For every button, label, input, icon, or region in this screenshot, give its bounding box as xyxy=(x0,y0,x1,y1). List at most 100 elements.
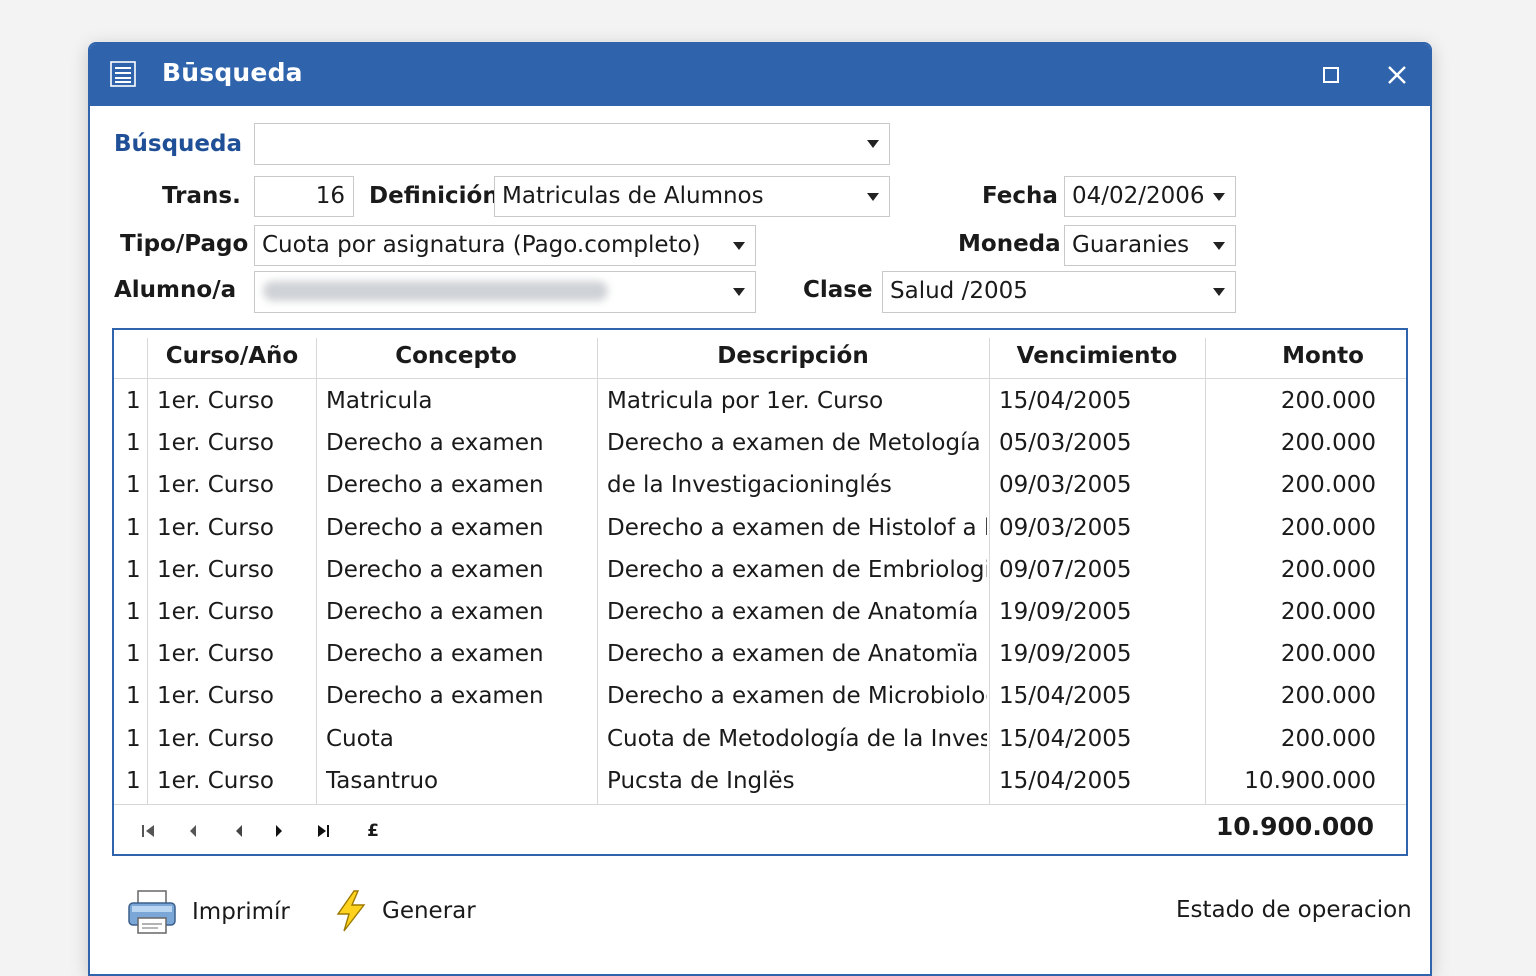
previous-page-button[interactable] xyxy=(182,818,204,844)
concepto-cell: Derecho a examen xyxy=(326,430,544,457)
monto-cell: 200.000 xyxy=(1280,472,1376,499)
fecha-value: 04/02/2006 xyxy=(1072,183,1205,209)
print-label: Imprimír xyxy=(192,899,290,925)
payments-grid[interactable]: Curso/Año Concepto Descripción Vencimien… xyxy=(112,328,1408,856)
row-index: 1 xyxy=(126,599,141,625)
alumno-dropdown[interactable] xyxy=(254,271,756,313)
col-header-curso[interactable]: Curso/Año xyxy=(148,330,316,378)
descripcion-cell: Derecho a examen de Metología xyxy=(607,430,981,457)
last-record-button[interactable] xyxy=(312,818,334,844)
nav-extra-button[interactable]: £ xyxy=(362,818,384,844)
close-button[interactable] xyxy=(1380,58,1414,92)
table-row[interactable]: 1 1er. Curso Cuota Cuota de Metodología de … xyxy=(114,718,1406,760)
generate-button[interactable]: Generar xyxy=(334,890,476,932)
row-index: 1 xyxy=(126,430,141,457)
tipopago-label: Tipo/Pago xyxy=(120,231,249,257)
trans-value: 16 xyxy=(315,183,345,209)
table-row[interactable]: 1 1er. Curso Derecho a examen Derecho a exa… xyxy=(114,591,1406,633)
table-row[interactable]: 1 1er. Curso Derecho a examen Derecho a exa… xyxy=(114,675,1406,717)
definicion-value: Matriculas de Alumnos xyxy=(502,183,764,209)
curso-cell: 1er. Curso xyxy=(157,725,274,752)
vencimiento-cell: 09/03/2005 xyxy=(999,514,1132,541)
print-button[interactable]: Imprimír xyxy=(126,888,290,936)
concepto-cell: Derecho a examen xyxy=(326,683,544,710)
curso-cell: 1er. Curso xyxy=(157,767,274,794)
curso-cell: 1er. Curso xyxy=(157,388,274,414)
window-title: Būsqueda xyxy=(162,58,303,87)
maximize-button[interactable] xyxy=(1314,58,1348,92)
table-row[interactable]: 1 1er. Curso Derecho a examen Derecho a exa… xyxy=(114,549,1406,591)
first-icon xyxy=(142,825,154,837)
concepto-cell: Derecho a examen xyxy=(326,472,544,499)
col-header-monto[interactable]: Monto xyxy=(1206,330,1430,378)
chevron-down-icon xyxy=(1213,288,1225,296)
table-row[interactable]: 1 1er. Curso Matricula Matricula por 1er. C… xyxy=(114,380,1406,422)
descripcion-cell: de la Investigacioninglés xyxy=(607,472,892,499)
monto-cell: 200.000 xyxy=(1280,556,1376,583)
curso-cell: 1er. Curso xyxy=(157,683,274,710)
curso-cell: 1er. Curso xyxy=(157,430,274,457)
list-icon xyxy=(110,61,136,87)
next-icon xyxy=(276,825,282,837)
clase-dropdown[interactable]: Salud /2005 xyxy=(882,271,1236,313)
curso-cell: 1er. Curso xyxy=(157,599,274,625)
row-index: 1 xyxy=(126,388,141,414)
vencimiento-cell: 15/04/2005 xyxy=(999,767,1132,794)
previous-page-icon xyxy=(190,825,196,837)
table-row[interactable]: 1 1er. Curso Derecho a examen Derecho a exa… xyxy=(114,507,1406,549)
row-index: 1 xyxy=(126,683,141,710)
busqueda-label: Búsqueda xyxy=(114,131,243,157)
vencimiento-cell: 15/04/2005 xyxy=(999,388,1132,414)
table-row[interactable]: 1 1er. Curso Derecho a examen Derecho a exa… xyxy=(114,422,1406,464)
chevron-down-icon xyxy=(867,193,879,201)
table-row[interactable]: 1 1er. Curso Tasantruo Pucsta de Inglës 15/0… xyxy=(114,760,1406,802)
fecha-dropdown[interactable]: 04/02/2006 xyxy=(1064,176,1236,217)
tipopago-dropdown[interactable]: Cuota por asignatura (Pago.completo) xyxy=(254,225,756,266)
col-header-descripcion[interactable]: Descripción xyxy=(598,330,988,378)
table-row[interactable]: 1 1er. Curso Derecho a examen de la Investi… xyxy=(114,464,1406,506)
monto-cell: 10.900.000 xyxy=(1244,767,1376,794)
printer-icon xyxy=(128,890,176,934)
moneda-value: Guaranies xyxy=(1072,232,1190,258)
previous-icon xyxy=(236,825,242,837)
busqueda-dropdown[interactable] xyxy=(254,123,890,165)
concepto-cell: Derecho a examen xyxy=(326,556,544,583)
chevron-down-icon xyxy=(867,140,879,148)
vencimiento-cell: 05/03/2005 xyxy=(999,430,1132,457)
table-row[interactable]: 1 1er. Curso Derecho a examen Derecho a exa… xyxy=(114,633,1406,675)
monto-cell: 200.000 xyxy=(1280,388,1376,414)
tipopago-value: Cuota por asignatura (Pago.completo) xyxy=(262,232,701,258)
concepto-cell: Matricula xyxy=(326,388,433,414)
curso-cell: 1er. Curso xyxy=(157,472,274,499)
row-index: 1 xyxy=(126,641,141,668)
next-record-button[interactable] xyxy=(268,818,290,844)
vencimiento-cell: 19/09/2005 xyxy=(999,641,1132,668)
row-index: 1 xyxy=(126,556,141,583)
descripcion-cell: Derecho a examen de Microbiologiä xyxy=(607,683,987,710)
monto-cell: 200.000 xyxy=(1280,641,1376,668)
vencimiento-cell: 15/04/2005 xyxy=(999,725,1132,752)
alumno-label: Alumno/a xyxy=(114,277,237,303)
trans-input[interactable]: 16 xyxy=(254,176,354,217)
moneda-dropdown[interactable]: Guaranies xyxy=(1064,225,1236,266)
redacted-student-name xyxy=(263,281,608,301)
first-record-button[interactable] xyxy=(138,818,160,844)
chevron-down-icon xyxy=(733,242,745,250)
monto-cell: 200.000 xyxy=(1280,514,1376,541)
previous-record-button[interactable] xyxy=(228,818,250,844)
title-bar[interactable]: Būsqueda xyxy=(90,44,1430,106)
monto-cell: 200.000 xyxy=(1280,725,1376,752)
col-header-concepto[interactable]: Concepto xyxy=(316,330,596,378)
definicion-dropdown[interactable]: Matriculas de Alumnos xyxy=(494,176,890,217)
descripcion-cell: Pucsta de Inglës xyxy=(607,767,795,794)
concepto-cell: Derecho a examen xyxy=(326,599,544,625)
row-index: 1 xyxy=(126,472,141,499)
lightning-icon xyxy=(336,890,366,932)
concepto-cell: Derecho a examen xyxy=(326,514,544,541)
chevron-down-icon xyxy=(733,288,745,296)
row-index: 1 xyxy=(126,725,141,752)
curso-cell: 1er. Curso xyxy=(157,514,274,541)
descripcion-cell: Derecho a examen de Histolof a l xyxy=(607,514,987,541)
col-header-vencimiento[interactable]: Vencimiento xyxy=(990,330,1204,378)
chevron-down-icon xyxy=(1213,242,1225,250)
